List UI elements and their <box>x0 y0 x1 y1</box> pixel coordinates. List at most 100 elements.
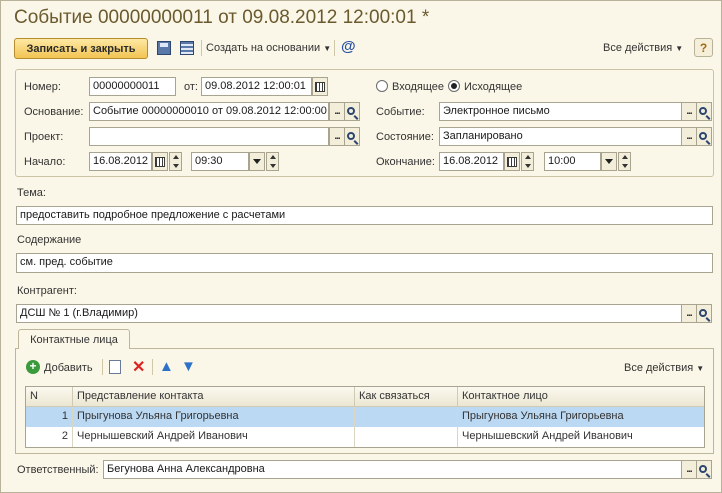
event-select-button[interactable]: ... <box>681 102 697 121</box>
basis-label: Основание: <box>24 106 84 118</box>
basis-field[interactable]: Событие 00000000010 от 09.08.2012 12:00:… <box>89 102 329 121</box>
chevron-down-icon <box>605 159 613 164</box>
content-field[interactable]: см. пред. событие <box>16 253 713 273</box>
subject-label: Тема: <box>17 187 46 199</box>
basis-open-button[interactable] <box>344 102 360 121</box>
search-icon <box>699 464 707 473</box>
save-icon[interactable] <box>157 41 171 55</box>
delete-icon[interactable]: ✕ <box>132 357 145 377</box>
toolbar-separator <box>152 359 153 375</box>
ellipsis-icon: ... <box>334 106 340 117</box>
ellipsis-icon: ... <box>686 106 692 117</box>
contact-how <box>355 427 458 447</box>
email-at-icon[interactable]: @ <box>341 38 356 55</box>
responsible-field[interactable]: Бегунова Анна Александровна <box>103 460 682 479</box>
status-select-button[interactable]: ... <box>681 127 697 146</box>
end-date-field[interactable]: 16.08.2012 <box>439 152 504 171</box>
move-up-icon[interactable]: ▲ <box>159 358 174 375</box>
start-date-stepper[interactable] <box>169 152 182 171</box>
search-icon <box>699 106 707 115</box>
calendar-icon <box>315 81 325 92</box>
start-time-stepper[interactable] <box>266 152 279 171</box>
contact-how <box>355 407 458 427</box>
move-down-icon[interactable]: ▼ <box>181 358 196 375</box>
date-field[interactable]: 09.08.2012 12:00:01 <box>201 77 312 96</box>
calendar-icon <box>507 156 517 167</box>
counterparty-field[interactable]: ДСШ № 1 (г.Владимир) <box>16 304 682 323</box>
ellipsis-icon: ... <box>334 131 340 142</box>
end-label: Окончание: <box>376 156 435 168</box>
column-header-how-to-contact[interactable]: Как связаться <box>355 387 458 407</box>
end-date-stepper[interactable] <box>521 152 534 171</box>
counterparty-open-button[interactable] <box>696 304 712 323</box>
chevron-down-icon: ▼ <box>696 364 705 373</box>
add-button[interactable]: Добавить <box>44 362 93 374</box>
toolbar-separator <box>201 40 202 56</box>
contact-person: Чернышевский Андрей Иванович <box>462 430 633 442</box>
column-header-presentation[interactable]: Представление контакта <box>73 387 355 407</box>
search-icon <box>347 106 355 115</box>
subject-field[interactable]: предоставить подробное предложение с рас… <box>16 206 713 225</box>
table-row[interactable]: 2 Чернышевский Андрей Иванович Чернышевс… <box>26 427 704 447</box>
radio-incoming-label: Входящее <box>392 81 445 93</box>
content-label: Содержание <box>17 234 82 246</box>
search-icon <box>699 308 707 317</box>
radio-incoming[interactable] <box>376 80 388 92</box>
row-number: 1 <box>26 407 73 427</box>
start-time-field[interactable]: 09:30 <box>191 152 249 171</box>
status-open-button[interactable] <box>696 127 712 146</box>
responsible-label: Ответственный: <box>17 464 99 476</box>
number-label: Номер: <box>24 81 61 93</box>
project-open-button[interactable] <box>344 127 360 146</box>
event-field[interactable]: Электронное письмо <box>439 102 682 121</box>
event-open-button[interactable] <box>696 102 712 121</box>
project-label: Проект: <box>24 131 64 143</box>
radio-outgoing[interactable] <box>448 80 460 92</box>
chevron-down-icon: ▼ <box>323 44 332 53</box>
help-button[interactable]: ? <box>694 38 713 57</box>
counterparty-label: Контрагент: <box>17 285 77 297</box>
search-icon <box>699 131 707 140</box>
contacts-table: N Представление контакта Как связаться К… <box>25 386 705 448</box>
copy-icon[interactable] <box>109 360 121 374</box>
toolbar-separator <box>334 40 335 56</box>
end-time-dropdown[interactable] <box>601 152 617 171</box>
add-icon: + <box>26 360 40 374</box>
calendar-button[interactable] <box>312 77 328 96</box>
row-number: 2 <box>26 427 73 447</box>
number-field[interactable]: 00000000011 <box>89 77 176 96</box>
start-date-field[interactable]: 16.08.2012 <box>89 152 152 171</box>
project-select-button[interactable]: ... <box>329 127 345 146</box>
search-icon <box>347 131 355 140</box>
create-based-on-menu[interactable]: Создать на основании ▼ <box>206 42 331 54</box>
ellipsis-icon: ... <box>686 308 692 319</box>
end-calendar-button[interactable] <box>504 152 520 171</box>
end-time-stepper[interactable] <box>618 152 631 171</box>
window-title: Событие 00000000011 от 09.08.2012 12:00:… <box>14 7 430 28</box>
toolbar: Записать и закрыть Создать на основании … <box>14 37 714 59</box>
write-and-close-button[interactable]: Записать и закрыть <box>14 38 148 59</box>
document-list-icon[interactable] <box>180 41 194 55</box>
column-header-n[interactable]: N <box>26 387 73 407</box>
counterparty-select-button[interactable]: ... <box>681 304 697 323</box>
calendar-icon <box>155 156 165 167</box>
contacts-all-actions-menu[interactable]: Все действия ▼ <box>624 362 704 374</box>
ellipsis-icon: ... <box>686 131 692 142</box>
responsible-select-button[interactable]: ... <box>681 460 697 479</box>
column-header-contact-person[interactable]: Контактное лицо <box>458 387 704 407</box>
all-actions-menu[interactable]: Все действия ▼ <box>603 42 683 54</box>
toolbar-separator <box>102 359 103 375</box>
project-field[interactable] <box>89 127 329 146</box>
start-calendar-button[interactable] <box>152 152 168 171</box>
tab-contacts[interactable]: Контактные лица <box>18 329 130 349</box>
all-actions-label: Все действия <box>603 42 673 54</box>
basis-select-button[interactable]: ... <box>329 102 345 121</box>
table-row[interactable]: 1 Прыгунова Ульяна Григорьевна Прыгунова… <box>26 407 704 427</box>
status-field[interactable]: Запланировано <box>439 127 682 146</box>
start-label: Начало: <box>24 156 66 168</box>
responsible-open-button[interactable] <box>696 460 712 479</box>
chevron-down-icon: ▼ <box>675 44 684 53</box>
contact-presentation: Прыгунова Ульяна Григорьевна <box>73 407 355 427</box>
end-time-field[interactable]: 10:00 <box>544 152 601 171</box>
start-time-dropdown[interactable] <box>249 152 265 171</box>
